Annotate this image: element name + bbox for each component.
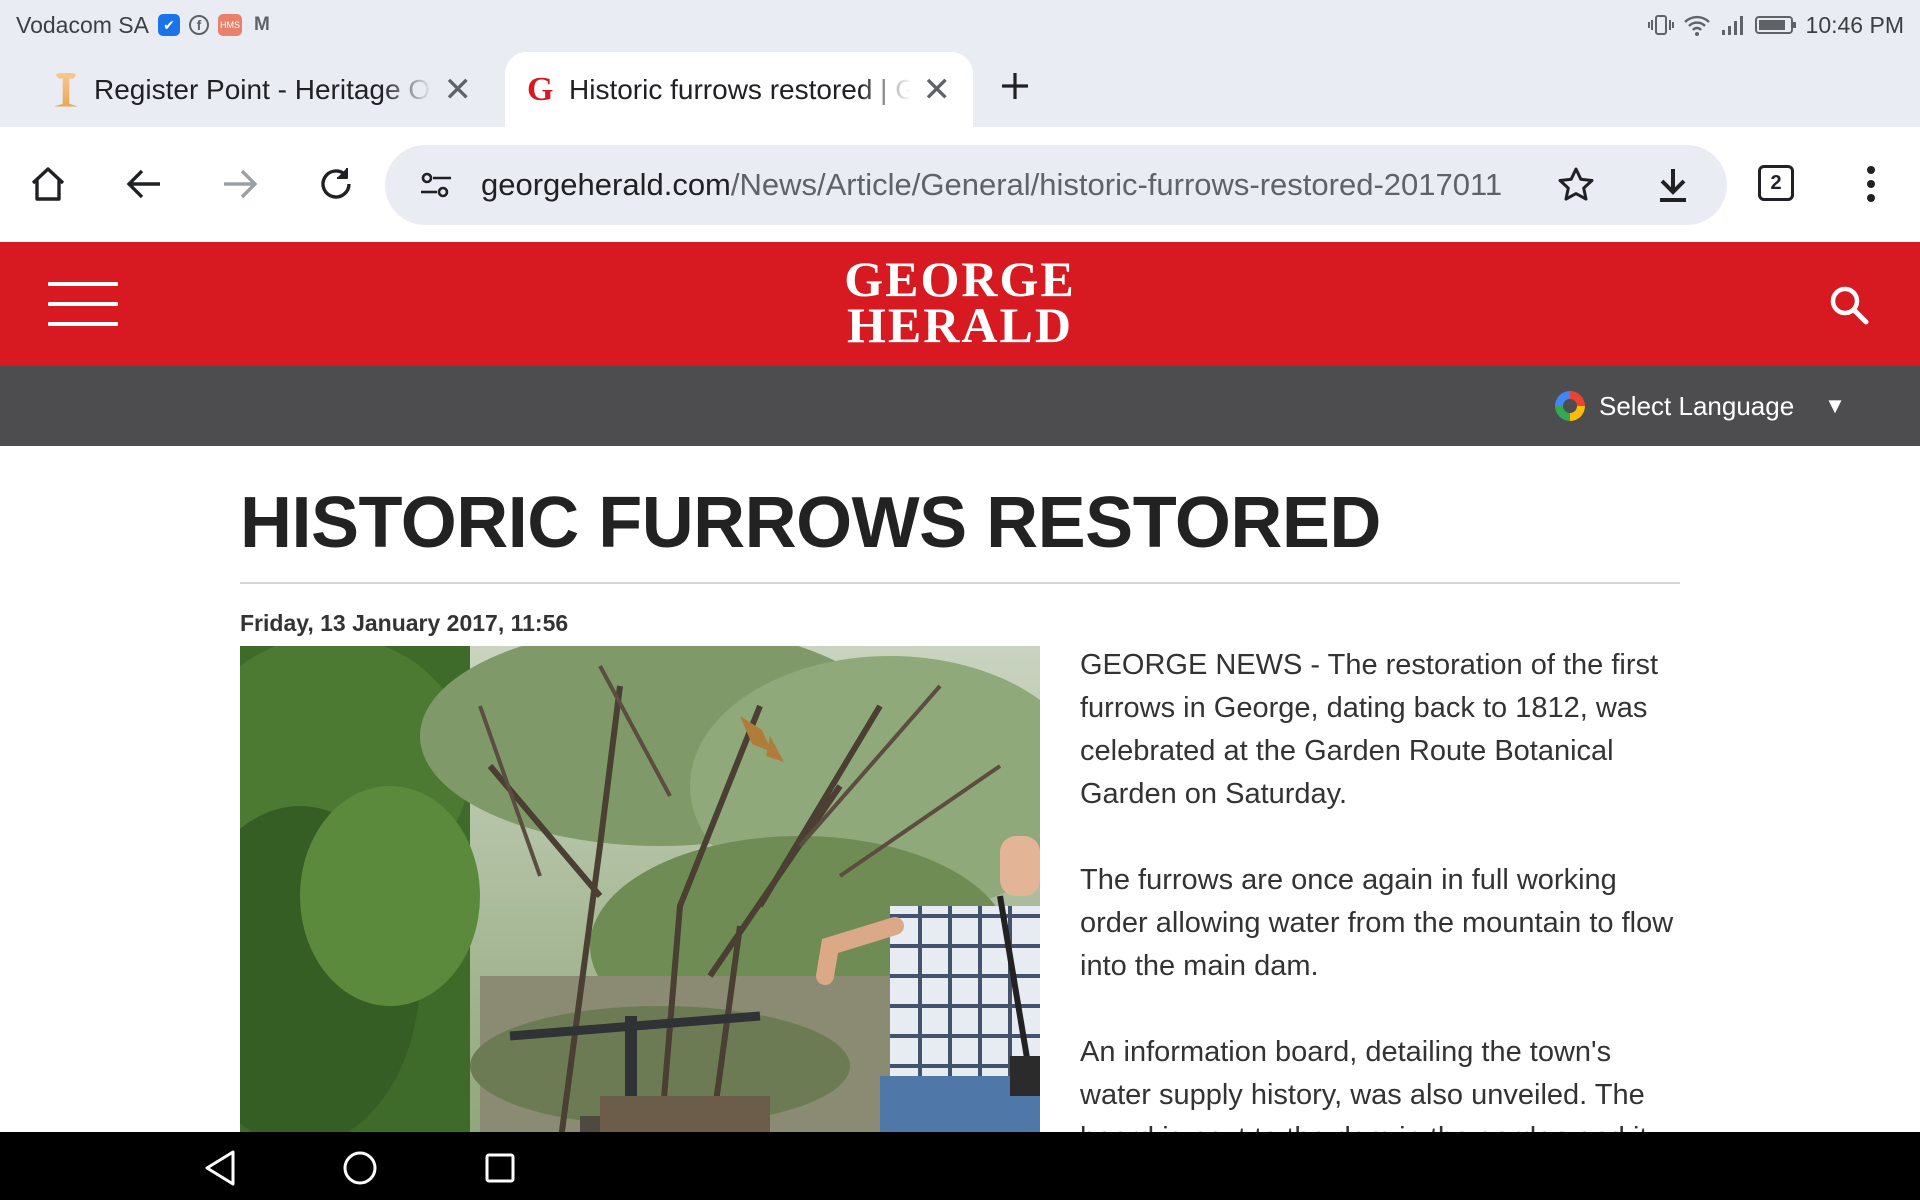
tune-icon bbox=[421, 172, 451, 198]
article-headline: HISTORIC FURROWS RESTORED bbox=[240, 483, 1381, 563]
clock: 10:46 PM bbox=[1805, 11, 1904, 38]
star-icon bbox=[1558, 167, 1594, 201]
article-paragraph: The furrows are once again in full worki… bbox=[1080, 864, 1674, 982]
square-recents-icon bbox=[485, 1153, 515, 1183]
bookmark-button[interactable] bbox=[1550, 159, 1602, 211]
forward-button[interactable] bbox=[209, 153, 271, 215]
shield-icon: ✔ bbox=[157, 14, 180, 36]
headline-divider bbox=[240, 582, 1680, 584]
address-bar[interactable]: georgeherald.com/News/Article/General/hi… bbox=[385, 145, 1727, 225]
more-options-button[interactable] bbox=[1840, 157, 1902, 211]
hamburger-menu-icon[interactable] bbox=[48, 282, 118, 326]
furrow-photo-image bbox=[240, 646, 1040, 1132]
site-settings-button[interactable] bbox=[413, 162, 459, 208]
hms-icon: HMS bbox=[217, 14, 242, 36]
article-paragraph: An information board, detailing the town… bbox=[1080, 1036, 1647, 1132]
reload-icon bbox=[321, 168, 351, 199]
close-tab-icon[interactable]: ✕ bbox=[923, 73, 952, 107]
select-language-label: Select Language bbox=[1599, 390, 1795, 421]
url-domain: georgeherald.com bbox=[481, 167, 731, 202]
status-bar-left: Vodacom SA ✔ f HMS M bbox=[16, 12, 273, 39]
article-date: Friday, 13 January 2017, 11:56 bbox=[240, 610, 569, 636]
nav-recents-button[interactable] bbox=[478, 1146, 522, 1190]
tab-historic-furrows[interactable]: G Historic furrows restored | George Her… bbox=[505, 52, 973, 127]
download-icon bbox=[1660, 169, 1686, 202]
browser-toolbar: georgeherald.com/News/Article/General/hi… bbox=[0, 127, 1920, 242]
nav-back-button[interactable] bbox=[198, 1146, 242, 1190]
vibrate-icon bbox=[1647, 15, 1674, 35]
reload-button[interactable] bbox=[305, 153, 367, 215]
battery-icon bbox=[1754, 16, 1796, 34]
download-button[interactable] bbox=[1647, 159, 1699, 211]
logo-wrap: GEORGE HERALD bbox=[0, 251, 1920, 353]
george-herald-logo[interactable]: GEORGE HERALD bbox=[844, 251, 1076, 353]
forward-arrow-icon bbox=[224, 169, 258, 199]
wifi-icon bbox=[1683, 15, 1710, 36]
george-herald-favicon-icon: G bbox=[527, 70, 554, 108]
back-arrow-icon bbox=[126, 169, 160, 199]
url-text[interactable]: georgeherald.com/News/Article/General/hi… bbox=[481, 145, 1501, 225]
new-tab-button[interactable] bbox=[995, 58, 1035, 114]
status-bar: Vodacom SA ✔ f HMS M 10:46 PM bbox=[0, 0, 1920, 50]
article-body: GEORGE NEWS - The restoration of the fir… bbox=[1080, 644, 1680, 1132]
tab-title: Historic furrows restored | George Heral… bbox=[569, 73, 911, 105]
search-icon bbox=[1830, 286, 1869, 325]
tab-register-point[interactable]: Register Point - Heritage Online ✕ bbox=[14, 52, 494, 127]
close-tab-icon[interactable]: ✕ bbox=[444, 73, 473, 107]
signal-icon bbox=[1721, 16, 1743, 35]
nav-home-button[interactable] bbox=[338, 1146, 382, 1190]
circle-home-icon bbox=[343, 1151, 377, 1185]
google-icon bbox=[1555, 391, 1585, 421]
article: HISTORIC FURROWS RESTORED Friday, 13 Jan… bbox=[240, 446, 1680, 1132]
logo-line-1: GEORGE bbox=[844, 251, 1076, 307]
three-dots-vertical-icon bbox=[1867, 166, 1875, 202]
home-button[interactable] bbox=[17, 153, 79, 215]
logo-line-2: HERALD bbox=[847, 297, 1073, 353]
carrier-name: Vodacom SA bbox=[16, 11, 149, 38]
home-icon bbox=[31, 167, 65, 201]
facebook-icon: f bbox=[188, 15, 209, 35]
gmail-icon: M bbox=[254, 14, 270, 35]
dropdown-arrow-icon: ▼ bbox=[1824, 393, 1846, 418]
triangle-back-icon bbox=[205, 1150, 235, 1186]
select-language-dropdown[interactable]: Select Language ▼ bbox=[1555, 384, 1846, 428]
translate-bar: Select Language ▼ bbox=[0, 366, 1920, 446]
plus-icon bbox=[1002, 73, 1028, 99]
url-path: /News/Article/General/historic-furrows-r… bbox=[730, 167, 1501, 202]
system-navigation-bar bbox=[0, 1132, 1920, 1200]
article-paragraph: GEORGE NEWS - The restoration of the fir… bbox=[1080, 649, 1659, 810]
site-search-button[interactable] bbox=[1826, 282, 1872, 328]
heritage-favicon-icon bbox=[54, 72, 78, 107]
site-header: GEORGE HERALD bbox=[0, 242, 1920, 366]
status-bar-right: 10:46 PM bbox=[1647, 11, 1904, 39]
tab-switcher-button[interactable]: 2 bbox=[1758, 165, 1794, 201]
article-photo[interactable] bbox=[240, 646, 1040, 1132]
tab-strip: Register Point - Heritage Online ✕ G His… bbox=[0, 50, 1920, 127]
back-button[interactable] bbox=[113, 153, 175, 215]
tab-title: Register Point - Heritage Online bbox=[94, 73, 432, 105]
